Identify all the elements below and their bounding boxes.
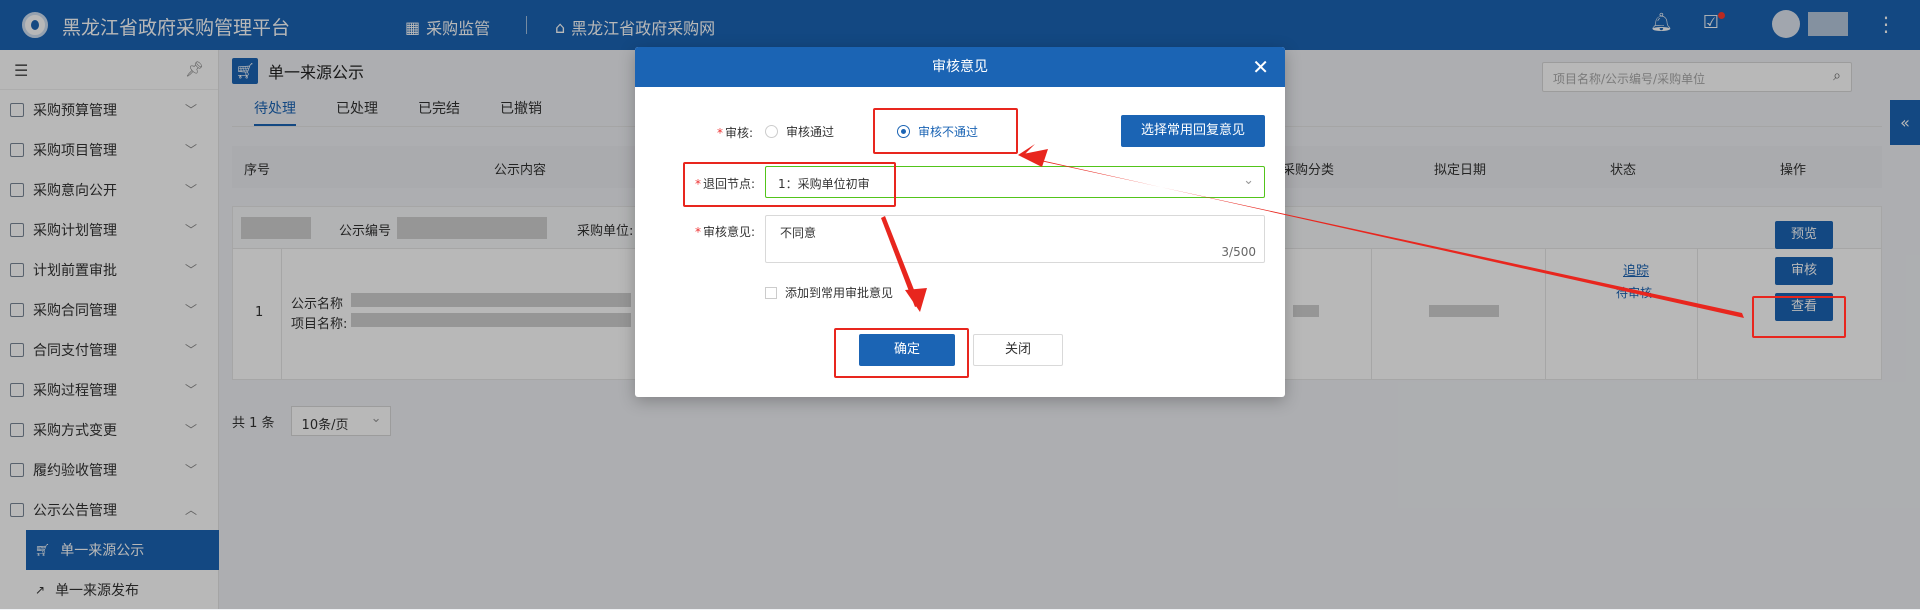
radio-dot — [765, 125, 778, 138]
dialog-title: 审核意见 — [932, 59, 988, 75]
annotation-box-return-node — [683, 162, 896, 207]
chevron-down-icon: ⌄ — [1243, 173, 1254, 188]
dialog-header: 审核意见 ✕ — [635, 47, 1285, 87]
close-icon[interactable]: ✕ — [1252, 47, 1269, 87]
checkbox-box — [765, 286, 777, 299]
annotation-box-review — [1752, 296, 1846, 338]
select-common-reply-button[interactable]: 选择常用回复意见 — [1121, 115, 1265, 147]
opinion-label: * 审核意见: — [695, 225, 756, 239]
opinion-textarea[interactable]: 不同意 3/500 — [765, 215, 1265, 263]
review-label: * 审核: — [717, 126, 754, 140]
char-count: 3/500 — [1221, 245, 1256, 259]
close-button[interactable]: 关闭 — [973, 334, 1063, 366]
radio-pass[interactable]: 审核通过 — [765, 123, 834, 140]
annotation-box-confirm — [834, 328, 969, 378]
add-common-checkbox[interactable]: 添加到常用审批意见 — [765, 284, 893, 301]
annotation-box-reject — [873, 108, 1018, 154]
